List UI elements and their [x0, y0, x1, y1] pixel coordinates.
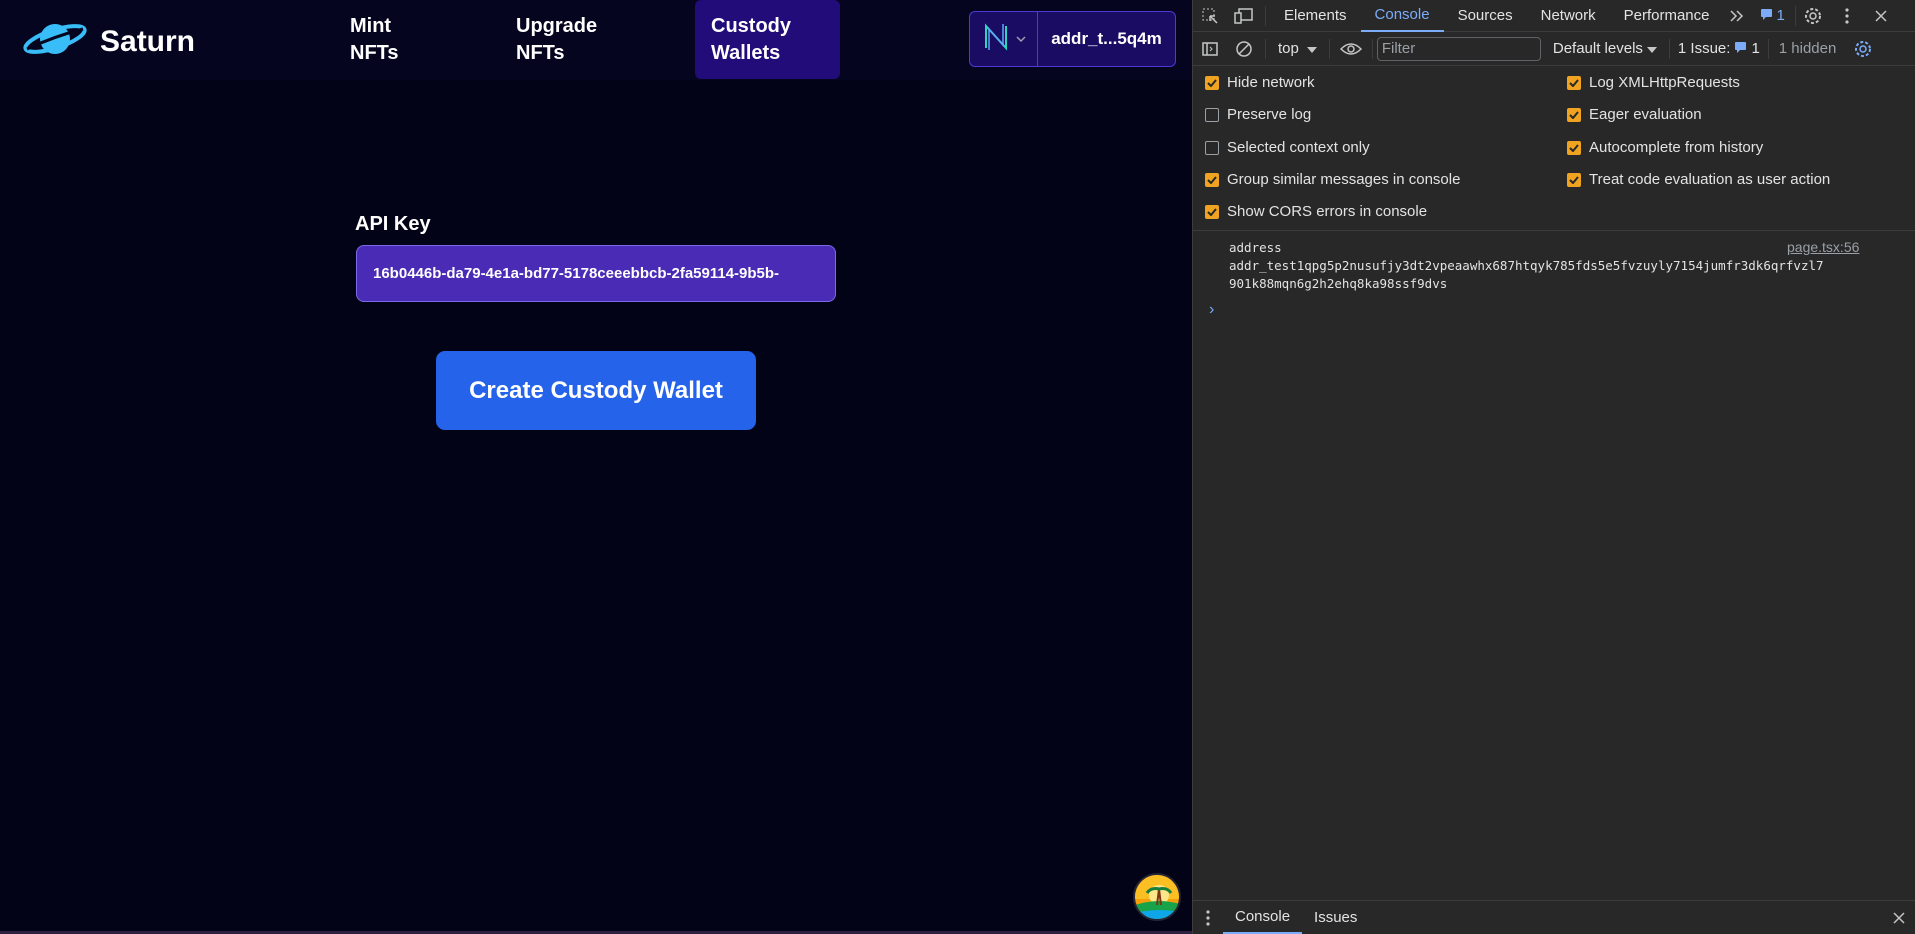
setting-hide-network[interactable]: Hide network: [1205, 74, 1315, 91]
issues-label: 1 Issue:: [1677, 40, 1731, 57]
nav-label-line1: Mint: [350, 15, 392, 37]
issues-counter[interactable]: 1 Issue: 1: [1670, 40, 1768, 57]
setting-preserve-log[interactable]: Preserve log: [1205, 106, 1311, 123]
console-message[interactable]: address addr_test1qpg5p2nusufjy3dt2vpeaa…: [1229, 239, 1879, 293]
issues-count: 1: [1751, 40, 1760, 57]
devtools-tab-bar: Elements Console Sources Network Perform…: [1193, 0, 1915, 32]
console-message-value-line: addr_test1qpg5p2nusufjy3dt2vpeaawhx687ht…: [1229, 258, 1824, 273]
hidden-count: 1 hidden: [1778, 40, 1837, 57]
api-key-input[interactable]: 16b0446b-da79-4e1a-bd77-5178ceeebbcb-2fa…: [356, 245, 836, 302]
setting-label: Eager evaluation: [1589, 106, 1702, 123]
toolbar-divider: [1265, 5, 1266, 26]
more-tabs-icon[interactable]: [1724, 0, 1750, 32]
network-selector[interactable]: [970, 12, 1038, 66]
tab-network[interactable]: Network: [1527, 0, 1610, 32]
setting-label: Group similar messages in console: [1227, 171, 1461, 188]
checkbox-unchecked[interactable]: [1205, 107, 1219, 122]
source-link[interactable]: page.tsx:56: [1787, 239, 1859, 255]
devtools-drawer-tabs: Console Issues: [1193, 900, 1915, 934]
app-page: Saturn Mint NFTs Upgrade NFTs Custody Wa…: [0, 0, 1192, 934]
api-key-label: API Key: [355, 213, 431, 235]
eye-icon[interactable]: [1334, 33, 1368, 65]
avatar[interactable]: [1133, 873, 1181, 921]
checkbox-checked[interactable]: [1567, 75, 1581, 90]
issues-badge[interactable]: 1: [1750, 7, 1795, 24]
devtools-panel: Elements Console Sources Network Perform…: [1192, 0, 1915, 934]
log-levels-dropdown[interactable]: Default levels: [1541, 40, 1669, 57]
context-selector[interactable]: top: [1270, 40, 1325, 57]
device-toolbar-icon[interactable]: [1227, 0, 1261, 32]
setting-autocomplete-history[interactable]: Autocomplete from history: [1567, 139, 1763, 156]
chevron-down-icon: [1015, 30, 1026, 48]
console-prompt-icon[interactable]: ›: [1209, 301, 1214, 319]
wallet-connector[interactable]: addr_t...5q4m: [969, 11, 1176, 67]
drawer-tab-issues[interactable]: Issues: [1302, 901, 1369, 934]
checkbox-checked[interactable]: [1205, 204, 1219, 219]
setting-label: Log XMLHttpRequests: [1589, 74, 1740, 91]
brand[interactable]: Saturn: [22, 18, 195, 65]
drawer-tab-console[interactable]: Console: [1223, 901, 1303, 934]
inspect-element-icon[interactable]: [1193, 0, 1227, 32]
nav-upgrade-nfts[interactable]: Upgrade NFTs: [500, 0, 640, 79]
drawer-menu-icon[interactable]: [1193, 902, 1223, 934]
checkbox-checked[interactable]: [1567, 107, 1581, 122]
issues-badge-count: 1: [1776, 7, 1785, 24]
setting-label: Preserve log: [1227, 106, 1312, 123]
message-icon: [1734, 40, 1747, 57]
checkbox-checked[interactable]: [1205, 75, 1219, 90]
setting-treat-code-eval[interactable]: Treat code evaluation as user action: [1567, 171, 1830, 188]
log-levels-label: Default levels: [1552, 40, 1643, 57]
setting-log-xhr[interactable]: Log XMLHttpRequests: [1567, 74, 1740, 91]
nav-label-line2: NFTs: [350, 42, 399, 64]
saturn-logo-icon: [22, 18, 88, 65]
gear-icon[interactable]: [1796, 0, 1830, 32]
checkbox-checked[interactable]: [1205, 172, 1219, 187]
nav-label-line2: NFTs: [516, 42, 565, 64]
top-navigation-bar: Saturn Mint NFTs Upgrade NFTs Custody Wa…: [0, 0, 1192, 80]
context-label: top: [1278, 40, 1299, 57]
setting-selected-context-only[interactable]: Selected context only: [1205, 139, 1370, 156]
nav-custody-wallets[interactable]: Custody Wallets: [695, 0, 840, 79]
setting-group-similar[interactable]: Group similar messages in console: [1205, 171, 1460, 188]
console-message-value-line: 901k88mqn6g2h2ehq8ka98ssf9dvs: [1229, 276, 1448, 291]
tab-elements[interactable]: Elements: [1270, 0, 1361, 32]
caret-down-icon: [1306, 40, 1317, 57]
setting-eager-evaluation[interactable]: Eager evaluation: [1567, 106, 1702, 123]
toolbar-divider: [1328, 38, 1330, 59]
setting-label: Hide network: [1227, 74, 1315, 91]
tab-sources[interactable]: Sources: [1444, 0, 1527, 32]
drawer-close-icon[interactable]: [1882, 902, 1915, 934]
toolbar-divider: [1371, 38, 1373, 59]
setting-label: Selected context only: [1227, 139, 1370, 156]
setting-label: Show CORS errors in console: [1227, 203, 1428, 220]
setting-label: Autocomplete from history: [1589, 139, 1764, 156]
console-filter-input[interactable]: Filter: [1376, 36, 1541, 61]
console-settings: Hide network Preserve log Selected conte…: [1193, 66, 1915, 231]
console-toolbar: top Filter Default levels 1 Issue: 1 1 h…: [1193, 32, 1915, 66]
clear-console-icon[interactable]: [1227, 33, 1261, 65]
message-icon: [1760, 7, 1773, 24]
create-custody-wallet-button[interactable]: Create Custody Wallet: [436, 351, 756, 430]
console-message-label: address: [1229, 240, 1282, 255]
caret-down-icon: [1646, 40, 1657, 57]
nav-label-line2: Wallets: [711, 42, 781, 64]
close-icon[interactable]: [1864, 0, 1898, 32]
wallet-address[interactable]: addr_t...5q4m: [1038, 12, 1175, 66]
setting-show-cors-errors[interactable]: Show CORS errors in console: [1205, 203, 1427, 220]
console-settings-gear-icon[interactable]: [1846, 33, 1880, 65]
checkbox-unchecked[interactable]: [1205, 140, 1219, 155]
checkbox-checked[interactable]: [1567, 172, 1581, 187]
more-vertical-icon[interactable]: [1830, 0, 1864, 32]
toolbar-divider: [1265, 38, 1266, 59]
nav-mint-nfts[interactable]: Mint NFTs: [334, 0, 454, 79]
tab-performance[interactable]: Performance: [1610, 0, 1724, 32]
n-logo-icon: [982, 22, 1010, 57]
nav-label-line1: Upgrade: [516, 15, 598, 37]
tab-console[interactable]: Console: [1360, 0, 1444, 32]
sidebar-toggle-icon[interactable]: [1193, 33, 1227, 65]
setting-label: Treat code evaluation as user action: [1589, 171, 1831, 188]
checkbox-checked[interactable]: [1567, 140, 1581, 155]
brand-name: Saturn: [100, 24, 196, 58]
nav-label-line1: Custody: [711, 15, 791, 37]
